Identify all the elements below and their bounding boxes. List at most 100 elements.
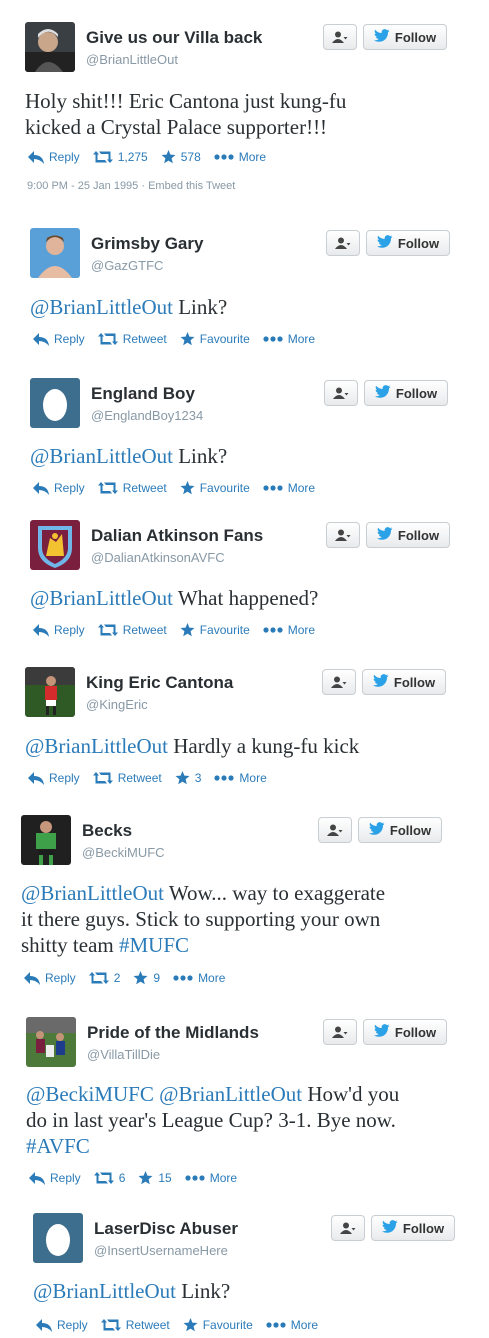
more-button[interactable]: More bbox=[185, 1171, 237, 1185]
user-actions-button[interactable] bbox=[326, 522, 360, 548]
aston-villa-crest-avatar[interactable] bbox=[30, 520, 80, 570]
display-name[interactable]: LaserDisc Abuser bbox=[94, 1219, 238, 1239]
username-handle[interactable]: @GazGTFC bbox=[91, 258, 163, 273]
retweet-icon bbox=[92, 151, 113, 163]
display-name[interactable]: England Boy bbox=[91, 384, 195, 404]
username-handle[interactable]: @EnglandBoy1234 bbox=[91, 408, 203, 423]
star-icon bbox=[175, 771, 190, 785]
favourite-button[interactable]: 3 bbox=[175, 771, 202, 785]
favourite-button[interactable]: Favourite bbox=[180, 481, 250, 495]
display-name[interactable]: Give us our Villa back bbox=[86, 28, 262, 48]
timestamp[interactable]: 9:00 PM - 25 Jan 1995 bbox=[27, 180, 138, 192]
display-name[interactable]: Grimsby Gary bbox=[91, 234, 203, 254]
follow-button[interactable]: Follow bbox=[363, 24, 447, 50]
username-handle[interactable]: @DalianAtkinsonAVFC bbox=[91, 550, 225, 565]
mention-link[interactable]: @BrianLittleOut bbox=[33, 1279, 176, 1303]
follow-button[interactable]: Follow bbox=[366, 230, 450, 256]
user-actions-button[interactable] bbox=[326, 230, 360, 256]
favourite-button[interactable]: 578 bbox=[161, 150, 201, 164]
retweet-button[interactable]: 6 bbox=[93, 1171, 125, 1185]
follow-button[interactable]: Follow bbox=[363, 1019, 447, 1045]
more-button[interactable]: More bbox=[173, 971, 225, 985]
follow-button[interactable]: Follow bbox=[358, 817, 442, 843]
mention-link[interactable]: @BrianLittleOut bbox=[21, 881, 164, 905]
user-actions-button[interactable] bbox=[331, 1215, 365, 1241]
favourite-label: 3 bbox=[194, 771, 202, 785]
more-button[interactable]: More bbox=[266, 1318, 318, 1332]
retweet-button[interactable]: Retweet bbox=[97, 623, 167, 637]
mention-link[interactable]: @BrianLittleOut bbox=[25, 734, 168, 758]
reply-button[interactable]: Reply bbox=[33, 332, 85, 346]
reply-button[interactable]: Reply bbox=[33, 481, 85, 495]
display-name[interactable]: Pride of the Midlands bbox=[87, 1023, 259, 1043]
retweet-icon bbox=[93, 1172, 114, 1184]
user-actions-button[interactable] bbox=[324, 380, 358, 406]
user-actions-button[interactable] bbox=[318, 817, 352, 843]
reply-button[interactable]: Reply bbox=[29, 1171, 81, 1185]
reply-button[interactable]: Reply bbox=[24, 971, 76, 985]
retweet-button[interactable]: 2 bbox=[88, 971, 120, 985]
display-name[interactable]: Dalian Atkinson Fans bbox=[91, 526, 263, 546]
display-name[interactable]: Becks bbox=[82, 821, 132, 841]
more-button[interactable]: More bbox=[214, 771, 267, 785]
reply-icon bbox=[28, 150, 44, 164]
goalkeeper-green-kit-avatar[interactable] bbox=[21, 815, 71, 865]
username-handle[interactable]: @VillaTillDie bbox=[87, 1047, 160, 1062]
retweet-label: Retweet bbox=[125, 1318, 170, 1332]
user-actions-button[interactable] bbox=[323, 1019, 357, 1045]
retweet-button[interactable]: Retweet bbox=[97, 481, 167, 495]
more-button[interactable]: More bbox=[263, 332, 315, 346]
reply-button[interactable]: Reply bbox=[33, 623, 85, 637]
reply-button[interactable]: Reply bbox=[36, 1318, 88, 1332]
user-actions-button[interactable] bbox=[323, 24, 357, 50]
favourite-button[interactable]: Favourite bbox=[180, 623, 250, 637]
favourite-label: 578 bbox=[180, 150, 201, 164]
hashtag-link[interactable]: #MUFC bbox=[119, 933, 189, 957]
username-handle[interactable]: @BrianLittleOut bbox=[86, 52, 178, 67]
mention-link[interactable]: @BrianLittleOut bbox=[30, 444, 173, 468]
embed-tweet-link[interactable]: Embed this Tweet bbox=[148, 180, 235, 192]
tweet-text-segment: Link? bbox=[175, 1279, 231, 1303]
mention-link[interactable]: @BrianLittleOut bbox=[159, 1082, 302, 1106]
username-handle[interactable]: @InsertUsernameHere bbox=[94, 1243, 228, 1258]
retweet-button[interactable]: 1,275 bbox=[92, 150, 148, 164]
tweet-text-line: it there guys. Stick to supporting your … bbox=[21, 906, 380, 932]
follow-label: Follow bbox=[397, 527, 440, 543]
footballer-red-kit-avatar[interactable] bbox=[25, 667, 75, 717]
follow-label: Follow bbox=[394, 1024, 437, 1040]
egg-avatar[interactable] bbox=[33, 1213, 83, 1263]
more-button[interactable]: More bbox=[263, 481, 315, 495]
follow-button[interactable]: Follow bbox=[364, 380, 448, 406]
username-handle[interactable]: @BeckiMUFC bbox=[82, 845, 165, 860]
reply-button[interactable]: Reply bbox=[28, 771, 80, 785]
more-button[interactable]: More bbox=[214, 150, 266, 164]
football-match-avatar[interactable] bbox=[26, 1017, 76, 1067]
hashtag-link[interactable]: #AVFC bbox=[26, 1134, 90, 1158]
retweet-button[interactable]: Retweet bbox=[92, 771, 162, 785]
follow-button[interactable]: Follow bbox=[371, 1215, 455, 1241]
tweet-text-line: @BrianLittleOut What happened? bbox=[30, 585, 318, 611]
reply-button[interactable]: Reply bbox=[28, 150, 80, 164]
username-handle[interactable]: @KingEric bbox=[86, 697, 148, 712]
tweet-text-segment: How'd you bbox=[302, 1082, 400, 1106]
mention-link[interactable]: @BeckiMUFC bbox=[26, 1082, 154, 1106]
man-photo-avatar[interactable] bbox=[25, 22, 75, 72]
favourite-button[interactable]: Favourite bbox=[183, 1318, 253, 1332]
favourite-button[interactable]: 15 bbox=[138, 1171, 172, 1185]
user-dropdown-icon bbox=[340, 1222, 356, 1234]
favourite-label: Favourite bbox=[202, 1318, 253, 1332]
egg-avatar[interactable] bbox=[30, 378, 80, 428]
follow-button[interactable]: Follow bbox=[366, 522, 450, 548]
more-button[interactable]: More bbox=[263, 623, 315, 637]
favourite-button[interactable]: Favourite bbox=[180, 332, 250, 346]
mention-link[interactable]: @BrianLittleOut bbox=[30, 586, 173, 610]
user-actions-button[interactable] bbox=[322, 669, 356, 695]
shirtless-man-avatar[interactable] bbox=[30, 228, 80, 278]
follow-button[interactable]: Follow bbox=[362, 669, 446, 695]
tweet-text-segment: Wow... way to exaggerate bbox=[163, 881, 386, 905]
favourite-button[interactable]: 9 bbox=[133, 971, 160, 985]
retweet-button[interactable]: Retweet bbox=[97, 332, 167, 346]
mention-link[interactable]: @BrianLittleOut bbox=[30, 295, 173, 319]
display-name[interactable]: King Eric Cantona bbox=[86, 673, 233, 693]
retweet-button[interactable]: Retweet bbox=[100, 1318, 170, 1332]
